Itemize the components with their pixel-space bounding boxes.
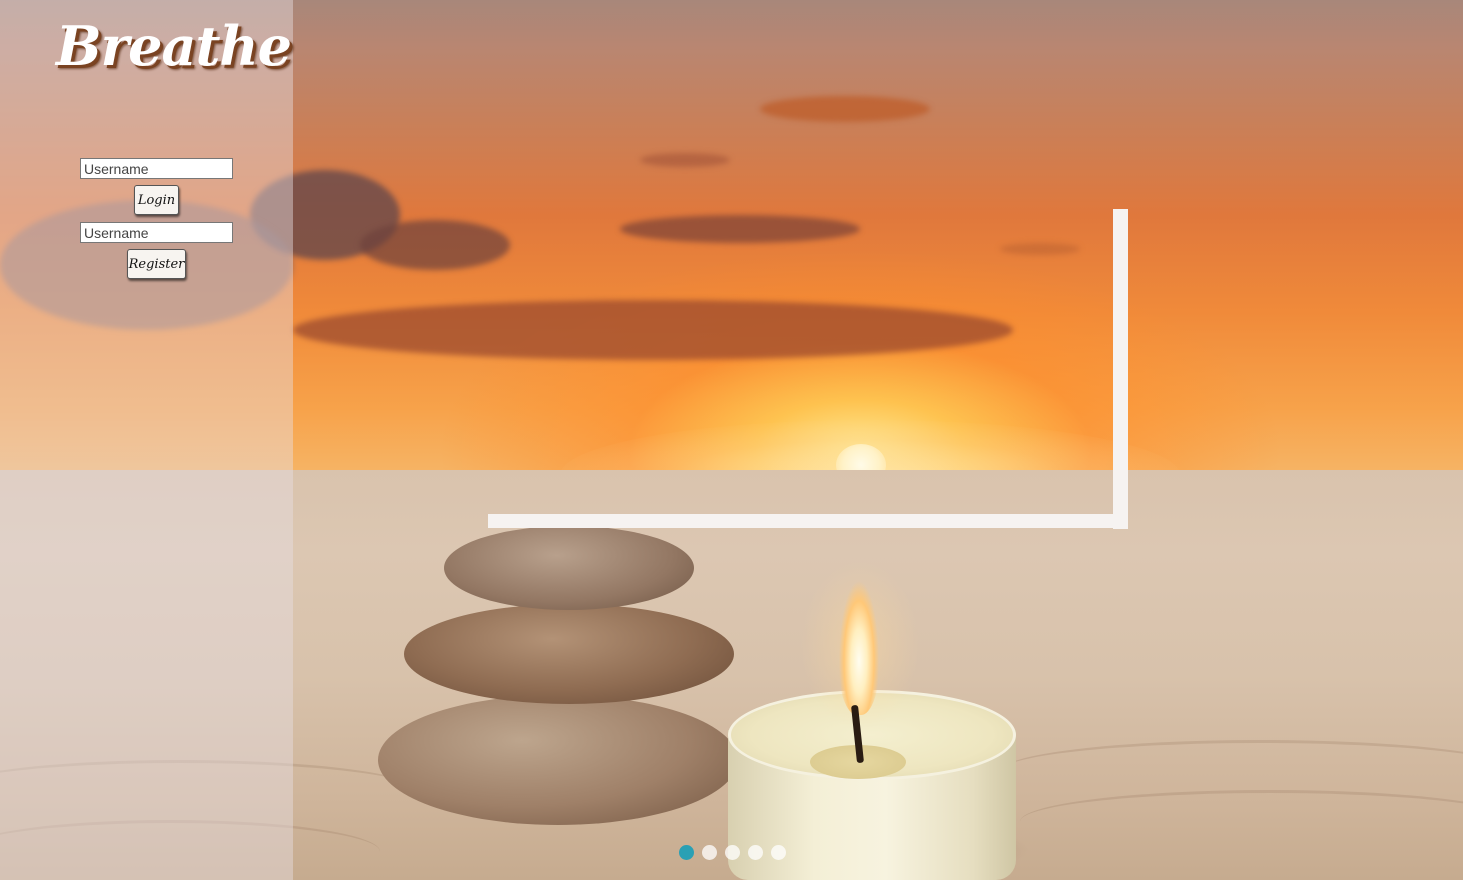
cloud xyxy=(760,96,930,122)
register-username-input[interactable] xyxy=(80,222,233,243)
sidebar-panel: Breathe Login Register xyxy=(0,0,293,880)
carousel-dot-3[interactable] xyxy=(725,845,740,860)
login-button[interactable]: Login xyxy=(134,185,179,215)
cloud xyxy=(1000,243,1080,255)
login-username-input[interactable] xyxy=(80,158,233,179)
cloud xyxy=(620,215,860,243)
decorative-frame-bottom xyxy=(488,514,1128,528)
carousel-dot-4[interactable] xyxy=(748,845,763,860)
cloud xyxy=(360,220,510,270)
register-button[interactable]: Register xyxy=(127,249,186,279)
stone-bottom xyxy=(378,695,738,825)
carousel-dot-1[interactable] xyxy=(679,845,694,860)
page: Breathe Login Register xyxy=(0,0,1463,880)
carousel-dot-5[interactable] xyxy=(771,845,786,860)
decorative-frame-right xyxy=(1113,209,1128,529)
cloud xyxy=(640,153,730,167)
stone-top xyxy=(444,526,694,610)
carousel-dot-2[interactable] xyxy=(702,845,717,860)
stone-middle xyxy=(404,604,734,704)
carousel-indicators xyxy=(679,845,786,860)
cloud xyxy=(293,300,1013,360)
brand-logo: Breathe xyxy=(56,14,292,78)
